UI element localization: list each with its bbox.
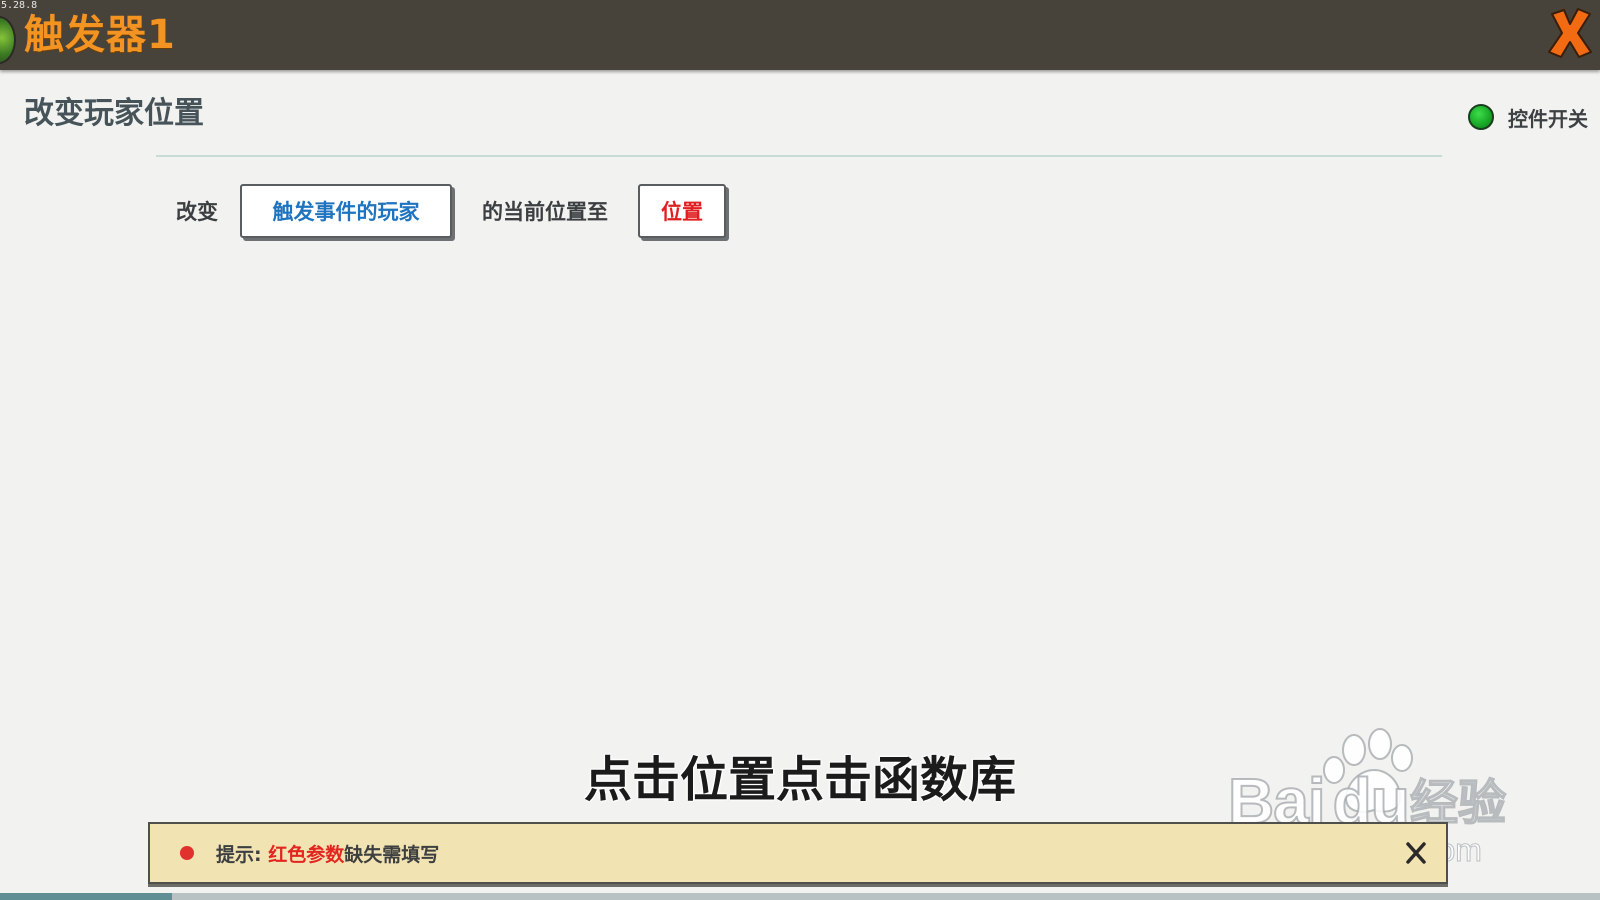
action-prefix: 改变 bbox=[176, 200, 218, 224]
bottom-strip bbox=[0, 893, 1600, 900]
header-divider bbox=[156, 155, 1442, 157]
window-title: 触发器1 bbox=[24, 12, 176, 58]
hint-rest: 缺失需填写 bbox=[344, 843, 440, 866]
video-subtitle: 点击位置点击函数库 bbox=[583, 752, 1016, 808]
close-icon bbox=[1406, 842, 1426, 864]
position-param-button[interactable]: 位置 bbox=[638, 184, 726, 238]
hint-bar: 提示: 红色参数缺失需填写 bbox=[148, 822, 1448, 884]
trigger-editor-page: 5.28.8 触发器1 改变玩家位置 控件开关 改变 触发事件的玩家 的当前位置… bbox=[0, 0, 1600, 900]
bottom-strip-accent bbox=[0, 893, 172, 900]
hint-warning-icon bbox=[180, 846, 194, 860]
hint-close-button[interactable] bbox=[1402, 838, 1430, 868]
action-middle-text: 的当前位置至 bbox=[482, 200, 608, 224]
toggle-label: 控件开关 bbox=[1508, 106, 1588, 131]
target-player-param-button[interactable]: 触发事件的玩家 bbox=[240, 184, 452, 238]
toggle-status-icon bbox=[1468, 104, 1494, 130]
hint-red-param: 红色参数 bbox=[268, 843, 345, 866]
hint-label: 提示: bbox=[216, 843, 269, 866]
close-window-button[interactable] bbox=[1546, 6, 1594, 60]
control-toggle[interactable]: 控件开关 bbox=[1468, 100, 1588, 134]
title-bar: 5.28.8 触发器1 bbox=[0, 0, 1600, 70]
app-badge-icon bbox=[0, 16, 16, 64]
close-icon bbox=[1548, 8, 1592, 58]
action-sentence: 改变 触发事件的玩家 的当前位置至 位置 bbox=[176, 182, 726, 240]
hint-text: 提示: 红色参数缺失需填写 bbox=[216, 840, 439, 867]
section-title: 改变玩家位置 bbox=[24, 96, 204, 131]
